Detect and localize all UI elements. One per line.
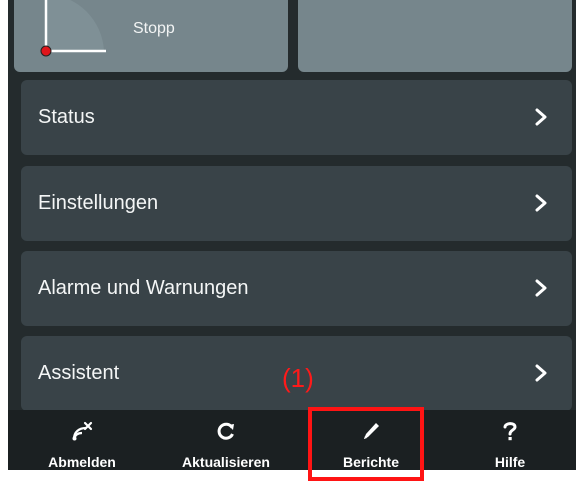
pencil-icon [364,423,379,439]
tab-hilfe[interactable]: Hilfe [454,410,566,470]
bottom-tab-bar: Abmelden Aktualisieren Berichte Hilfe [8,410,576,470]
annotation-callout: (1) [282,363,314,393]
chevron-right-icon [535,364,547,382]
chevron-right-icon [535,108,547,126]
tab-label: Aktualisieren [182,454,270,470]
menu-item-label: Assistent [38,362,120,384]
menu-item-status[interactable]: Status [21,80,572,155]
menu-item-label: Einstellungen [38,192,159,214]
chevron-right-icon [535,279,547,297]
tab-abmelden[interactable]: Abmelden [20,410,144,470]
chevron-right-icon [535,194,547,212]
tab-aktualisieren[interactable]: Aktualisieren [156,410,296,470]
menu-item-label: Alarme und Warnungen [38,277,249,299]
app-screen: Stopp Status Einstellungen Alarme und Wa… [8,0,576,470]
logout-icon [72,421,93,441]
stop-tile-label: Stopp [133,20,175,37]
empty-tile[interactable] [298,0,572,72]
tab-berichte[interactable]: Berichte [318,410,424,470]
help-icon [503,422,517,441]
stop-tile[interactable]: Stopp [14,0,288,72]
gauge-icon [40,0,106,57]
menu-item-alarme[interactable]: Alarme und Warnungen [21,251,572,326]
tab-label: Abmelden [48,454,116,470]
refresh-icon [217,422,234,440]
menu-item-einstellungen[interactable]: Einstellungen [21,166,572,241]
tab-label: Berichte [342,454,400,470]
menu-item-label: Status [38,106,95,128]
tab-label: Hilfe [494,454,526,470]
